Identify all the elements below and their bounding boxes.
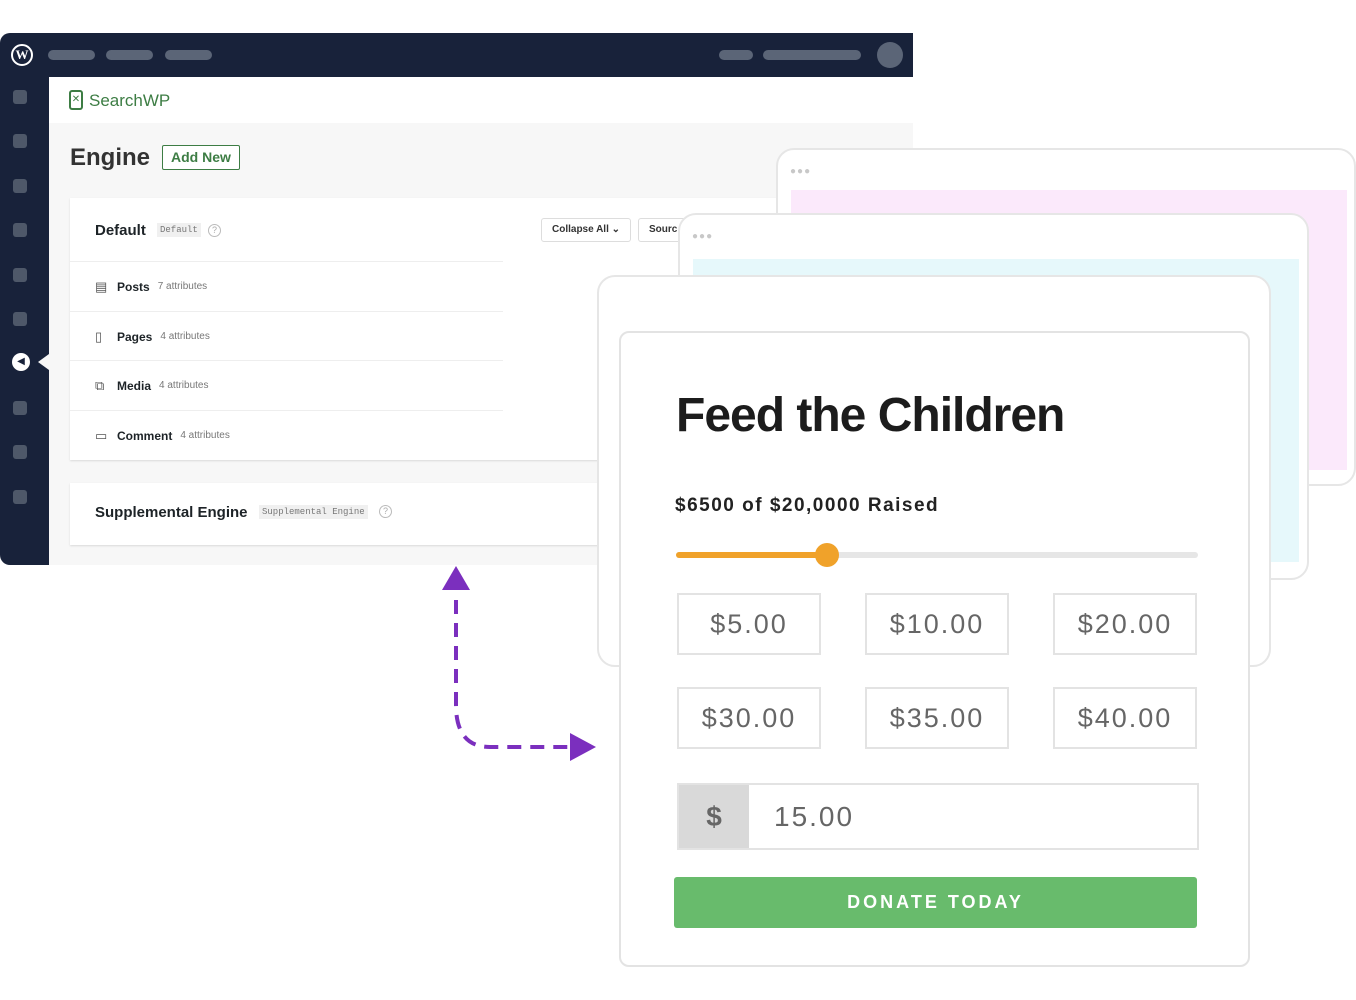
menu-placeholder[interactable]: [106, 50, 153, 60]
arrowhead-up-icon: [442, 566, 470, 590]
source-count: 4 attributes: [180, 430, 230, 441]
source-count: 4 attributes: [160, 331, 210, 342]
donation-card: Feed the Children $6500 of $20,0000 Rais…: [619, 331, 1250, 967]
sidebar-item[interactable]: [13, 268, 27, 282]
currency-prefix: $: [679, 785, 749, 848]
add-new-button[interactable]: Add New: [162, 145, 240, 170]
engine-slug: Supplemental Engine: [259, 505, 368, 519]
progress-track: [676, 543, 1198, 567]
wordpress-logo-icon[interactable]: W: [11, 44, 33, 66]
amount-option[interactable]: $5.00: [677, 593, 821, 655]
page-icon: ▯: [95, 328, 103, 344]
active-indicator: [38, 354, 49, 370]
source-row-posts[interactable]: ▤ Posts 7 attributes: [70, 261, 503, 311]
brand-name: SearchWP: [89, 91, 171, 110]
source-label: Comment: [117, 428, 173, 443]
sidebar-item[interactable]: [13, 312, 27, 326]
source-label: Posts: [117, 279, 150, 294]
engine-name: Supplemental Engine: [95, 504, 248, 521]
lantern-icon: ✕: [69, 90, 83, 110]
sidebar-item[interactable]: [13, 490, 27, 504]
menu-placeholder[interactable]: [763, 50, 861, 60]
arrowhead-right-icon: [570, 733, 596, 761]
megaphone-icon[interactable]: ◀: [12, 353, 30, 371]
comment-icon: ▭: [95, 427, 108, 443]
source-row-media[interactable]: ⧉ Media 4 attributes: [70, 360, 503, 410]
amount-option[interactable]: $30.00: [677, 687, 821, 749]
source-label: Media: [117, 378, 152, 393]
help-icon[interactable]: ?: [379, 505, 392, 518]
admin-sidebar: ◀: [0, 77, 49, 565]
collapse-all-label: Collapse All: [552, 224, 609, 235]
menu-placeholder[interactable]: [165, 50, 212, 60]
progress-handle[interactable]: [815, 543, 840, 567]
source-count: 7 attributes: [157, 281, 208, 292]
chevron-down-icon: ⌄: [611, 224, 621, 235]
source-label: Pages: [117, 329, 153, 344]
sidebar-item[interactable]: [13, 134, 27, 148]
amount-option[interactable]: $10.00: [865, 593, 1009, 655]
window-dots-icon: ●●●: [790, 166, 812, 177]
admin-top-bar: W: [0, 33, 913, 77]
sidebar-item[interactable]: [13, 401, 27, 415]
media-icon: ⧉: [95, 377, 105, 393]
help-icon[interactable]: ?: [208, 224, 221, 237]
avatar[interactable]: [877, 42, 903, 68]
sidebar-item[interactable]: [13, 223, 27, 237]
menu-placeholder[interactable]: [719, 50, 753, 60]
collapse-all-button[interactable]: Collapse All ⌄: [541, 218, 632, 242]
amount-option[interactable]: $20.00: [1053, 593, 1197, 655]
flow-arrow: [442, 566, 596, 761]
engine-slug: Default: [157, 223, 201, 237]
custom-amount-field[interactable]: $ 15.00: [677, 783, 1199, 850]
brand-header: ✕ SearchWP: [49, 77, 913, 123]
donate-button[interactable]: DONATE TODAY: [674, 877, 1197, 928]
sidebar-item[interactable]: [13, 90, 27, 104]
engine-name: Default: [95, 222, 146, 239]
window-dots-icon: ●●●: [692, 231, 714, 242]
dashed-arrow-path: [454, 600, 572, 749]
menu-placeholder[interactable]: [48, 50, 95, 60]
campaign-title: Feed the Children: [676, 389, 1065, 442]
source-row-pages[interactable]: ▯ Pages 4 attributes: [70, 311, 503, 361]
progress-fill: [676, 552, 828, 558]
post-icon: ▤: [95, 278, 108, 294]
page-title: Engine: [70, 144, 151, 171]
source-count: 4 attributes: [159, 380, 209, 391]
amount-option[interactable]: $35.00: [865, 687, 1009, 749]
amount-option[interactable]: $40.00: [1053, 687, 1197, 749]
sidebar-item[interactable]: [13, 179, 27, 193]
sidebar-item[interactable]: [13, 445, 27, 459]
raised-text: $6500 of $20,0000 Raised: [675, 495, 940, 516]
custom-amount-input[interactable]: 15.00: [774, 785, 854, 848]
source-row-comment[interactable]: ▭ Comment 4 attributes: [70, 410, 503, 460]
